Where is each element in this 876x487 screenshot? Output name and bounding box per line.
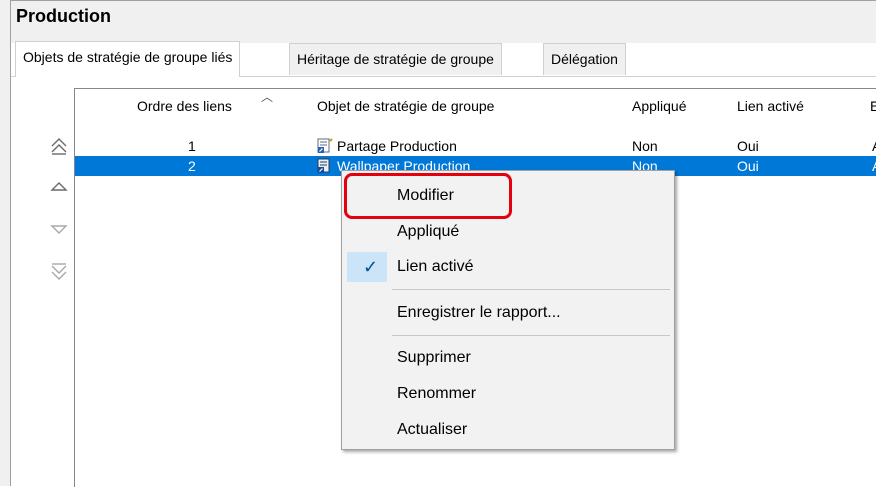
table-row[interactable]: 1 Partage Production Non Oui A — [75, 136, 876, 156]
menu-item-lien-active[interactable]: ✓ Lien activé — [342, 252, 674, 282]
menu-item-label: Lien activé — [397, 258, 474, 275]
cell-enabled: Oui — [737, 158, 759, 174]
page-title: Production — [16, 6, 111, 26]
column-header-applied[interactable]: Appliqué — [632, 89, 687, 123]
menu-separator — [392, 289, 670, 290]
cell-status: A — [872, 136, 876, 156]
cell-applied: Non — [632, 138, 658, 154]
checkmark-background: ✓ — [347, 252, 387, 282]
menu-item-label: Actualiser — [397, 421, 468, 438]
menu-item-label: Enregistrer le rapport... — [397, 304, 561, 321]
checkmark-icon: ✓ — [363, 257, 379, 277]
window-left-border — [0, 0, 10, 486]
move-up-icon[interactable] — [50, 179, 68, 195]
tab-delegation[interactable]: Délégation — [543, 43, 626, 75]
cell-order: 2 — [188, 158, 196, 174]
header-top-line — [11, 0, 876, 1]
order-button-panel — [11, 77, 74, 486]
menu-item-actualiser[interactable]: Actualiser — [342, 415, 674, 445]
column-header-status[interactable]: E — [870, 89, 876, 123]
column-header-order[interactable]: Ordre des liens — [137, 89, 232, 123]
gpo-link-icon — [317, 138, 333, 154]
move-to-bottom-icon[interactable] — [50, 263, 68, 280]
move-down-icon[interactable] — [50, 223, 68, 239]
modifier-highlight-box — [344, 173, 512, 219]
header-area — [11, 0, 876, 43]
menu-item-enregistrer-rapport[interactable]: Enregistrer le rapport... — [342, 298, 674, 328]
menu-item-label: Renommer — [397, 385, 477, 402]
cell-enabled: Oui — [737, 138, 759, 154]
cell-status: A — [872, 156, 876, 176]
tab-linked-gpos[interactable]: Objets de stratégie de groupe liés — [15, 41, 241, 77]
move-to-top-icon[interactable] — [50, 137, 68, 155]
column-header-enabled[interactable]: Lien activé — [737, 89, 804, 123]
menu-item-label: Appliqué — [397, 223, 460, 240]
menu-item-renommer[interactable]: Renommer — [342, 379, 674, 409]
menu-separator — [392, 335, 670, 336]
column-header-gpo[interactable]: Objet de stratégie de groupe — [317, 89, 494, 123]
gpo-name: Partage Production — [337, 138, 457, 154]
menu-item-supprimer[interactable]: Supprimer — [342, 343, 674, 373]
menu-item-applique[interactable]: Appliqué — [342, 217, 674, 247]
sort-caret-icon: ︿ — [261, 90, 274, 104]
menu-item-label: Supprimer — [397, 349, 471, 366]
tab-gpo-inheritance[interactable]: Héritage de stratégie de groupe — [289, 43, 502, 75]
cell-order: 1 — [188, 138, 196, 154]
gpo-link-icon — [317, 158, 330, 174]
cell-gpo: Partage Production — [317, 136, 457, 156]
